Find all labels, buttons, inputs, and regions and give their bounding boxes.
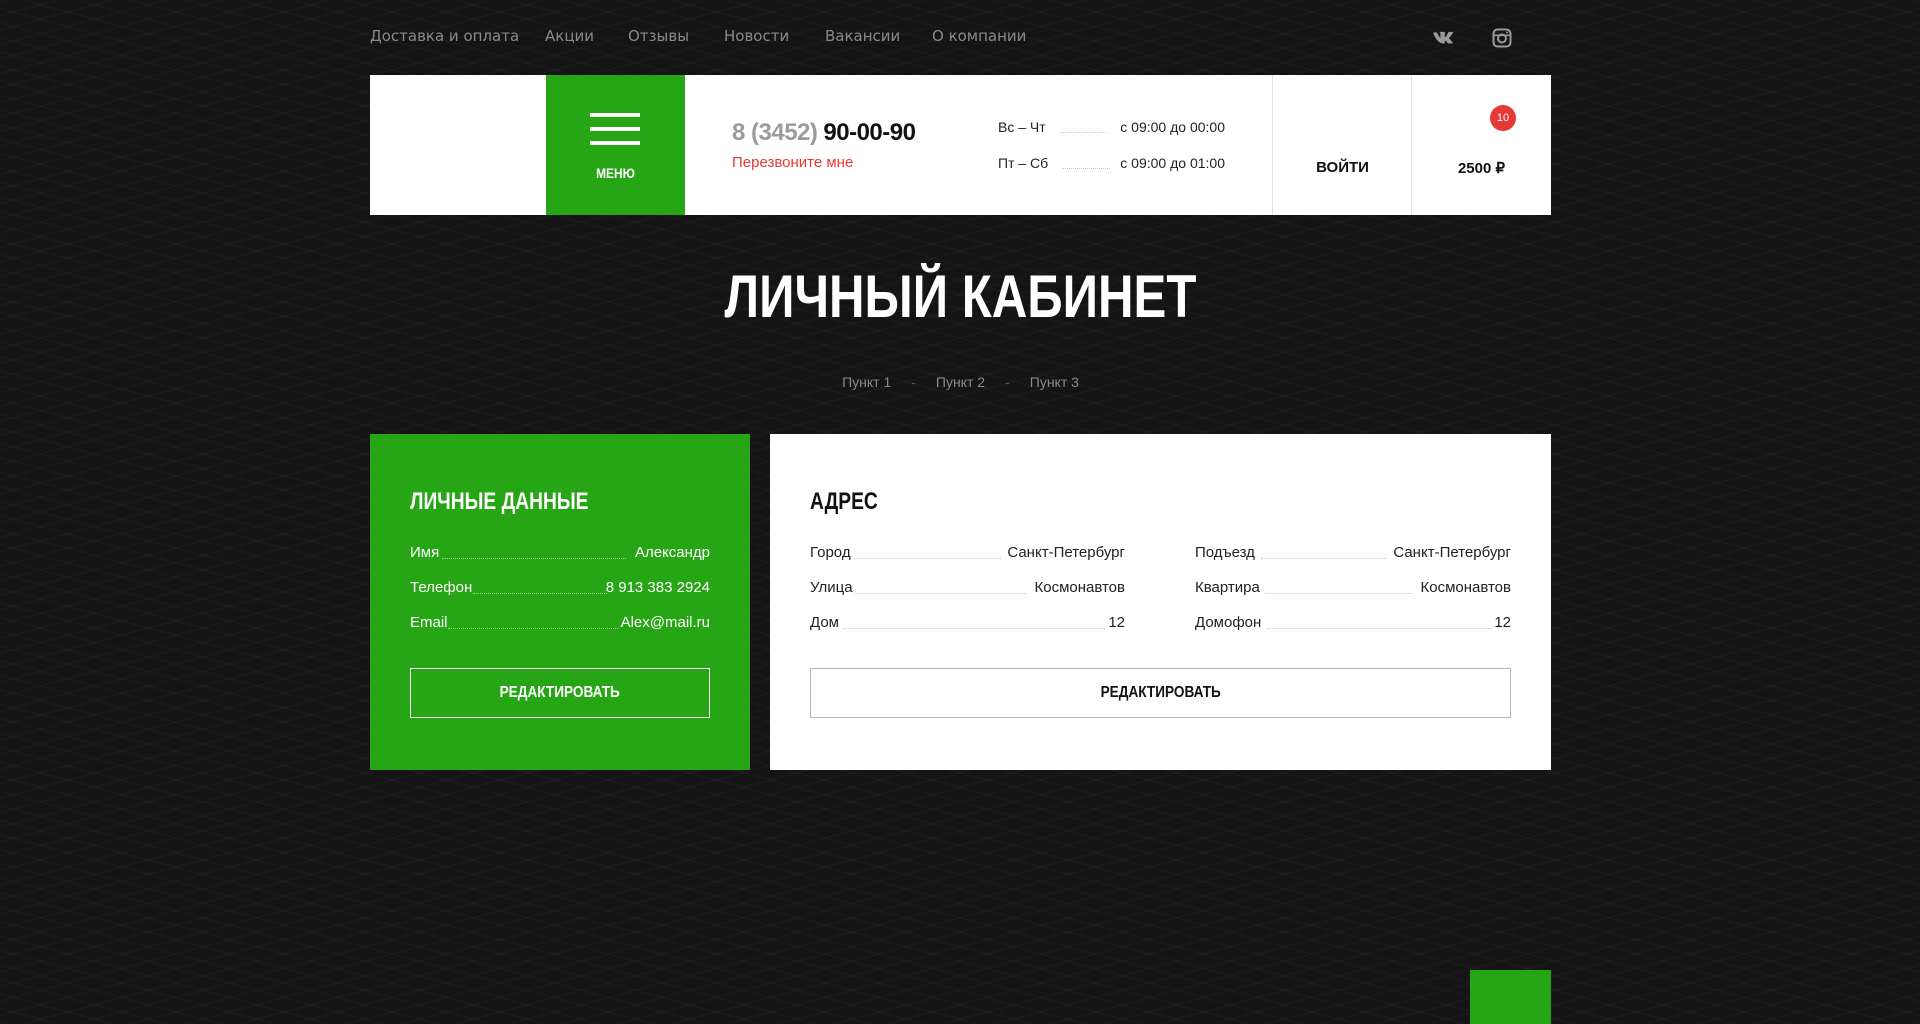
address-field-intercom: Домофон 12 [1195, 614, 1511, 634]
hours-days: Пт – Сб [998, 155, 1049, 171]
breadcrumb-item[interactable]: Пункт 2 [936, 374, 985, 390]
field-label: Город [810, 544, 851, 561]
phone-number[interactable]: 8 (3452) 90-00-90 [732, 119, 916, 147]
address-field-apartment: Квартира Космонавтов [1195, 579, 1511, 599]
field-label: Дом [810, 614, 839, 631]
personal-data-title: ЛИЧНЫЕ ДАННЫЕ [410, 488, 589, 515]
field-label: Квартира [1195, 579, 1260, 596]
hours-dots [1060, 132, 1108, 133]
address-title: АДРЕС [810, 488, 878, 515]
menu-label: МЕНЮ [596, 165, 635, 181]
nav-link-news[interactable]: Новости [724, 27, 789, 45]
field-value: 8 913 383 2924 [605, 579, 710, 596]
field-value: 12 [1108, 614, 1125, 631]
field-value: 12 [1494, 614, 1511, 631]
breadcrumb-separator: - [911, 374, 916, 390]
personal-field-phone: Телефон 8 913 383 2924 [410, 579, 710, 599]
cart-button[interactable]: 10 2500 ₽ [1412, 75, 1551, 215]
field-value: Космонавтов [1420, 579, 1511, 596]
field-value: Санкт-Петербург [1007, 544, 1125, 561]
callback-link[interactable]: Перезвоните мне [732, 154, 853, 171]
phone-digits: 90-00-90 [823, 119, 916, 146]
hours-time: с 09:00 до 01:00 [1120, 155, 1225, 171]
field-dots [843, 628, 1105, 629]
field-label: Имя [410, 544, 440, 561]
phone-code: 8 (3452) [732, 119, 818, 146]
edit-button-label: РЕДАКТИРОВАТЬ [1100, 684, 1221, 701]
hours-dots [1062, 168, 1110, 169]
field-label: Телефон [410, 579, 473, 596]
nav-link-delivery[interactable]: Доставка и оплата [370, 27, 519, 45]
address-field-city: Город Санкт-Петербург [810, 544, 1125, 564]
breadcrumb-item[interactable]: Пункт 3 [1030, 374, 1079, 390]
nav-link-promotions[interactable]: Акции [545, 27, 594, 45]
hours-row: Пт – Сб с 09:00 до 01:00 [998, 155, 1225, 173]
nav-link-vacancies[interactable]: Вакансии [825, 27, 900, 45]
edit-personal-button[interactable]: РЕДАКТИРОВАТЬ [410, 668, 710, 718]
personal-data-card: ЛИЧНЫЕ ДАННЫЕ Имя Александр Телефон 8 91… [370, 434, 750, 770]
menu-button[interactable]: МЕНЮ [546, 75, 685, 215]
field-dots [854, 593, 1027, 594]
personal-field-name: Имя Александр [410, 544, 710, 564]
login-button[interactable]: ВОЙТИ [1273, 75, 1412, 215]
hours-days: Вс – Чт [998, 119, 1046, 135]
site-header: МЕНЮ 8 (3452) 90-00-90 Перезвоните мне Вс… [370, 75, 1551, 215]
field-value: Александр [634, 544, 710, 561]
field-label: Подъезд [1195, 544, 1255, 561]
field-dots [854, 558, 1001, 559]
login-label: ВОЙТИ [1316, 159, 1369, 176]
address-card: АДРЕС Город Санкт-Петербург Улица Космон… [770, 434, 1551, 770]
breadcrumb-item[interactable]: Пункт 1 [842, 374, 891, 390]
field-value: Санкт-Петербург [1393, 544, 1511, 561]
field-label: Домофон [1195, 614, 1262, 631]
hours-row: Вс – Чт с 09:00 до 00:00 [998, 119, 1225, 137]
field-dots [442, 558, 626, 559]
field-value: Alex@mail.ru [620, 614, 710, 631]
vk-icon[interactable] [1432, 26, 1456, 50]
edit-button-label: РЕДАКТИРОВАТЬ [499, 684, 621, 701]
edit-address-button[interactable]: РЕДАКТИРОВАТЬ [810, 668, 1511, 718]
hamburger-icon [590, 113, 640, 147]
cart-count-badge: 10 [1490, 105, 1516, 131]
scroll-top-button[interactable] [1470, 970, 1551, 1024]
address-field-entrance: Подъезд Санкт-Петербург [1195, 544, 1511, 564]
field-dots [1261, 558, 1387, 559]
nav-link-reviews[interactable]: Отзывы [628, 27, 689, 45]
breadcrumb: Пункт 1 - Пункт 2 - Пункт 3 [370, 374, 1551, 390]
top-nav: Доставка и оплата Акции Отзывы Новости В… [370, 27, 1551, 47]
address-field-house: Дом 12 [810, 614, 1125, 634]
field-dots [1267, 628, 1491, 629]
nav-link-about[interactable]: О компании [932, 27, 1026, 45]
cart-total: 2500 ₽ [1457, 160, 1506, 177]
field-label: Email [410, 614, 448, 631]
breadcrumb-separator: - [1005, 374, 1010, 390]
instagram-icon[interactable] [1490, 26, 1514, 50]
field-label: Улица [810, 579, 853, 596]
page-title: ЛИЧНЫЙ КАБИНЕТ [724, 263, 1197, 330]
field-dots [1265, 593, 1413, 594]
field-value: Космонавтов [1034, 579, 1125, 596]
address-field-street: Улица Космонавтов [810, 579, 1125, 599]
field-dots [448, 628, 618, 629]
hours-time: с 09:00 до 00:00 [1120, 119, 1225, 135]
personal-field-email: Email Alex@mail.ru [410, 614, 710, 634]
field-dots [473, 593, 607, 594]
